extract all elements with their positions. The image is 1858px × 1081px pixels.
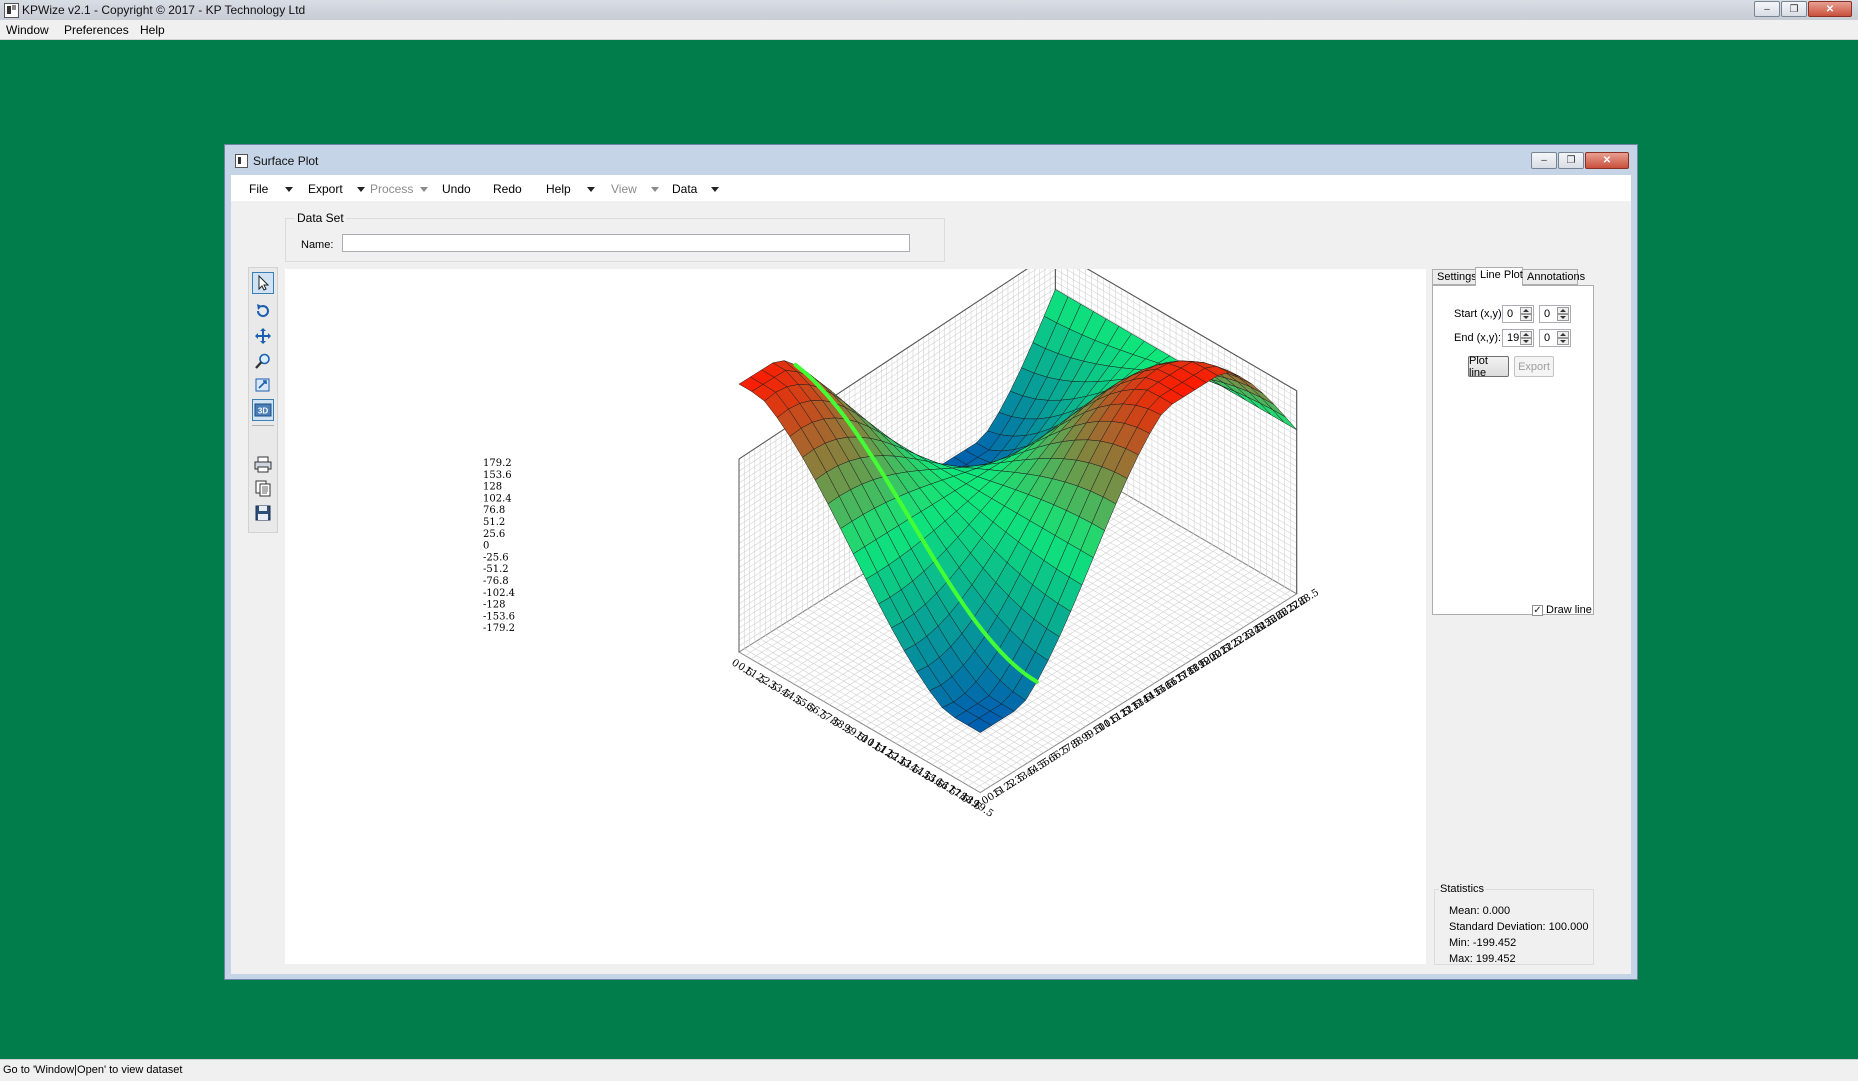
menu-preferences[interactable]: Preferences	[64, 23, 129, 37]
menu-redo[interactable]: Redo	[493, 182, 522, 196]
surface-plot-window: Surface Plot – ❐ ✕ File Export Process U…	[224, 144, 1638, 980]
menu-window[interactable]: Window	[6, 23, 49, 37]
start-y-stepper[interactable]: 0	[1539, 305, 1571, 323]
child-client-area: File Export Process Undo Redo Help View …	[231, 175, 1631, 974]
z-tick-label: 76.8	[483, 505, 505, 516]
child-window-controls: – ❐ ✕	[1530, 152, 1629, 169]
menu-help-child[interactable]: Help	[546, 182, 571, 196]
end-x-value: 19	[1507, 332, 1520, 344]
z-tick-label: 25.6	[483, 529, 505, 540]
menu-process: Process	[370, 182, 414, 196]
zoom-box-icon[interactable]	[252, 374, 274, 396]
save-icon[interactable]	[252, 502, 274, 524]
surface-plot-canvas[interactable]: 179.2 153.6 128 102.4 76.8 51.2 25.6 0 -25.6 -51.…	[285, 269, 1426, 964]
status-bar: Go to 'Window|Open' to view dataset	[0, 1059, 1858, 1081]
menu-undo[interactable]: Undo	[442, 182, 471, 196]
app-logo-icon	[4, 3, 19, 18]
restore-button[interactable]: ❐	[1781, 1, 1807, 17]
pointer-icon[interactable]	[252, 272, 274, 294]
tool-strip: 3D	[248, 267, 278, 533]
start-x-value: 0	[1507, 308, 1514, 320]
draw-line-label: Draw line	[1546, 604, 1592, 616]
end-y-spin-buttons[interactable]	[1557, 331, 1569, 345]
z-tick-label: 179.2	[483, 458, 512, 469]
child-restore-button[interactable]: ❐	[1558, 152, 1584, 169]
menu-view: View	[611, 182, 637, 196]
z-tick-label: 128	[483, 482, 502, 493]
start-y-value: 0	[1544, 308, 1551, 320]
plot-line-button[interactable]: Plot line	[1468, 355, 1509, 379]
rotate-icon[interactable]	[252, 300, 274, 322]
z-tick-label: 153.6	[483, 470, 512, 481]
dataset-legend: Data Set	[295, 211, 346, 225]
end-label: End (x,y):	[1454, 332, 1502, 344]
end-x-spin-buttons[interactable]	[1520, 331, 1532, 345]
child-titlebar[interactable]: Surface Plot – ❐ ✕	[225, 145, 1637, 175]
export-line-button[interactable]: Export	[1514, 356, 1554, 377]
zoom-icon[interactable]	[252, 350, 274, 372]
status-text: Go to 'Window|Open' to view dataset	[3, 1064, 183, 1076]
end-y-value: 0	[1544, 332, 1551, 344]
3d-view-icon[interactable]: 3D	[252, 399, 274, 421]
toolbar-separator	[252, 425, 274, 426]
z-tick-label: 102.4	[483, 493, 512, 504]
copy-icon[interactable]	[252, 477, 274, 499]
app-window-controls: – ❐ ✕	[1753, 1, 1852, 17]
name-label: Name:	[301, 239, 334, 251]
file-dropdown-arrow-icon[interactable]	[285, 187, 293, 192]
statistics-legend: Statistics	[1439, 883, 1486, 895]
surface-plot-svg[interactable]: 179.2153.6128102.476.851.225.60-25.6-51.…	[285, 269, 1426, 964]
z-tick-label: -102.4	[483, 588, 515, 599]
view-dropdown-arrow-icon	[651, 187, 659, 192]
svg-text:3D: 3D	[258, 407, 268, 416]
pan-icon[interactable]	[252, 325, 274, 347]
menu-data[interactable]: Data	[672, 182, 697, 196]
z-tick-label: -25.6	[483, 552, 509, 563]
menu-export[interactable]: Export	[308, 182, 343, 196]
process-dropdown-arrow-icon	[420, 187, 428, 192]
z-tick-label: -51.2	[483, 564, 509, 575]
start-label: Start (x,y):	[1454, 308, 1505, 320]
dataset-name-input[interactable]	[342, 234, 910, 252]
child-window-title: Surface Plot	[253, 154, 319, 168]
y-tick-label: 28.5	[1296, 587, 1321, 608]
print-icon[interactable]	[252, 453, 274, 475]
stat-min: Min: -199.452	[1449, 937, 1517, 949]
start-x-stepper[interactable]: 0	[1502, 305, 1534, 323]
data-dropdown-arrow-icon[interactable]	[711, 187, 719, 192]
tab-settings[interactable]: Settings	[1432, 269, 1477, 285]
export-dropdown-arrow-icon[interactable]	[357, 187, 365, 192]
child-close-button[interactable]: ✕	[1585, 152, 1629, 169]
app-title: KPWize v2.1 - Copyright © 2017 - KP Tech…	[22, 3, 306, 17]
start-x-spin-buttons[interactable]	[1520, 307, 1532, 321]
app-titlebar: KPWize v2.1 - Copyright © 2017 - KP Tech…	[0, 0, 1858, 21]
z-tick-label: -179.2	[483, 623, 515, 634]
z-tick-label: -76.8	[483, 576, 509, 587]
window-icon	[235, 154, 248, 168]
z-tick-label: 51.2	[483, 517, 505, 528]
end-y-stepper[interactable]: 0	[1539, 329, 1571, 347]
z-axis-ticks: 179.2153.6128102.476.851.225.60-25.6-51.…	[483, 458, 515, 634]
z-tick-label: -128	[483, 600, 505, 611]
z-tick-label: -153.6	[483, 611, 515, 622]
child-minimize-button[interactable]: –	[1531, 152, 1557, 169]
tab-line-plot[interactable]: Line Plot	[1475, 267, 1523, 286]
minimize-button[interactable]: –	[1754, 1, 1780, 17]
z-tick-label: 0	[483, 541, 489, 552]
help-dropdown-arrow-icon[interactable]	[587, 187, 595, 192]
menu-help[interactable]: Help	[140, 23, 165, 37]
child-menubar: File Export Process Undo Redo Help View …	[231, 175, 1631, 201]
end-x-stepper[interactable]: 19	[1502, 329, 1534, 347]
stat-mean: Mean: 0.000	[1449, 905, 1511, 917]
close-button[interactable]: ✕	[1808, 1, 1852, 17]
tab-annotations[interactable]: Annotations	[1522, 269, 1585, 285]
app-menubar: Window Preferences Help	[0, 20, 1858, 40]
line-plot-tab-page: Start (x,y): 0 0 End (x,y): 19 0 Plot li…	[1432, 285, 1594, 616]
draw-line-checkbox[interactable]: ✓	[1532, 605, 1543, 616]
stat-max: Max: 199.452	[1449, 953, 1516, 965]
menu-file[interactable]: File	[249, 182, 268, 196]
start-y-spin-buttons[interactable]	[1557, 307, 1569, 321]
stat-std: Standard Deviation: 100.000	[1449, 921, 1589, 933]
